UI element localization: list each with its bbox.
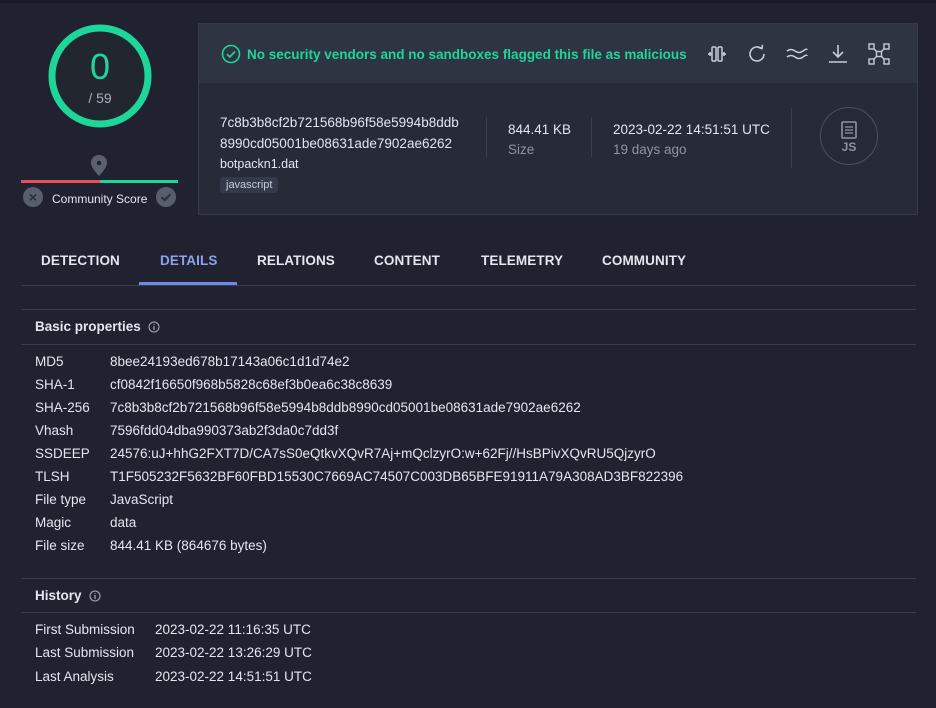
divider <box>791 108 792 168</box>
tab-community[interactable]: COMMUNITY <box>602 253 686 268</box>
section-divider <box>21 344 916 345</box>
history-value: 2023-02-22 11:16:35 UTC <box>155 622 311 637</box>
property-value[interactable]: cf0842f16650f968b5828c68ef3b0ea6c38c8639 <box>110 377 392 392</box>
verdict-message: No security vendors and no sandboxes fla… <box>247 47 687 62</box>
file-type-text: JS <box>842 140 857 154</box>
tab-details[interactable]: DETAILS <box>160 253 217 268</box>
file-tag[interactable]: javascript <box>220 177 279 193</box>
property-label: SHA-256 <box>35 400 90 415</box>
history-label: First Submission <box>35 622 135 637</box>
tab-relations[interactable]: RELATIONS <box>257 253 335 268</box>
file-size-value: 844.41 KB <box>508 122 572 137</box>
vote-harmless-negative-button[interactable]: × <box>23 187 43 207</box>
file-size-label: Size <box>508 142 535 157</box>
analysis-date-value: 2023-02-22 14:51:51 UTC <box>613 122 770 137</box>
file-summary-card: No security vendors and no sandboxes fla… <box>198 23 918 215</box>
history-value: 2023-02-22 13:26:29 UTC <box>155 645 312 660</box>
section-divider <box>21 612 916 613</box>
divider <box>591 117 592 157</box>
tab-detection[interactable]: DETECTION <box>41 253 120 268</box>
property-label: File size <box>35 538 85 553</box>
history-label: Last Submission <box>35 645 135 660</box>
community-score-bar <box>21 180 178 183</box>
property-value[interactable]: T1F505232F5632BF60FBD15530C7669AC74507C0… <box>110 469 683 484</box>
map-pin-icon <box>91 155 107 176</box>
file-type-badge: JS <box>820 107 878 165</box>
history-label: Last Analysis <box>35 669 114 684</box>
property-label: SSDEEP <box>35 446 90 461</box>
file-hash-line-2: 8990cd05001be08631ade7902ae6262 <box>220 136 452 151</box>
property-value[interactable]: 844.41 KB (864676 bytes) <box>110 538 267 553</box>
property-label: Magic <box>35 515 72 530</box>
file-hash-line-1: 7c8b3b8cf2b721568b96f58e5994b8ddb <box>220 115 459 130</box>
property-label: Vhash <box>35 423 74 438</box>
compare-icon[interactable] <box>705 42 729 66</box>
property-label: TLSH <box>35 469 70 484</box>
divider <box>486 117 487 157</box>
reanalyze-icon[interactable] <box>745 42 769 66</box>
js-file-icon: JS <box>841 121 857 154</box>
info-icon[interactable] <box>89 590 101 602</box>
detection-total: / 59 <box>88 90 112 106</box>
basic-properties-title: Basic properties <box>35 319 141 334</box>
tab-bar: DETECTION DETAILS RELATIONS CONTENT TELE… <box>21 240 916 286</box>
active-tab-indicator <box>139 282 237 285</box>
similar-icon[interactable] <box>785 42 809 66</box>
property-value[interactable]: 8bee24193ed678b17143a06c1d1d74e2 <box>110 354 350 369</box>
graph-icon[interactable] <box>867 42 891 66</box>
verdict-banner: No security vendors and no sandboxes fla… <box>199 24 917 83</box>
property-value[interactable]: 24576:uJ+hhG2FXT7D/CA7sS0eQtkvXQvR7Aj+mQ… <box>110 446 656 461</box>
file-name: botpackn1.dat <box>220 157 299 171</box>
top-strip <box>0 0 936 3</box>
property-label: MD5 <box>35 354 64 369</box>
section-divider <box>21 309 916 310</box>
property-label: File type <box>35 492 87 507</box>
detection-count: 0 <box>89 46 111 87</box>
property-value[interactable]: 7596fdd04dba990373ab2f3da0c7dd3f <box>110 423 338 438</box>
info-icon[interactable] <box>148 321 160 333</box>
community-score-label: Community Score <box>52 192 148 206</box>
tab-content[interactable]: CONTENT <box>374 253 440 268</box>
analysis-date-relative: 19 days ago <box>613 142 687 157</box>
history-title: History <box>35 588 82 603</box>
download-icon[interactable] <box>826 42 850 66</box>
property-value[interactable]: 7c8b3b8cf2b721568b96f58e5994b8ddb8990cd0… <box>110 400 581 415</box>
property-value[interactable]: data <box>110 515 136 530</box>
vote-harmless-button[interactable] <box>156 187 176 207</box>
tab-telemetry[interactable]: TELEMETRY <box>481 253 563 268</box>
property-value[interactable]: JavaScript <box>110 492 173 507</box>
section-divider <box>21 578 916 579</box>
property-label: SHA-1 <box>35 377 75 392</box>
shield-check-icon <box>221 44 241 64</box>
history-value: 2023-02-22 14:51:51 UTC <box>155 669 312 684</box>
file-hash[interactable]: 7c8b3b8cf2b721568b96f58e5994b8ddb 8990cd… <box>220 112 475 154</box>
